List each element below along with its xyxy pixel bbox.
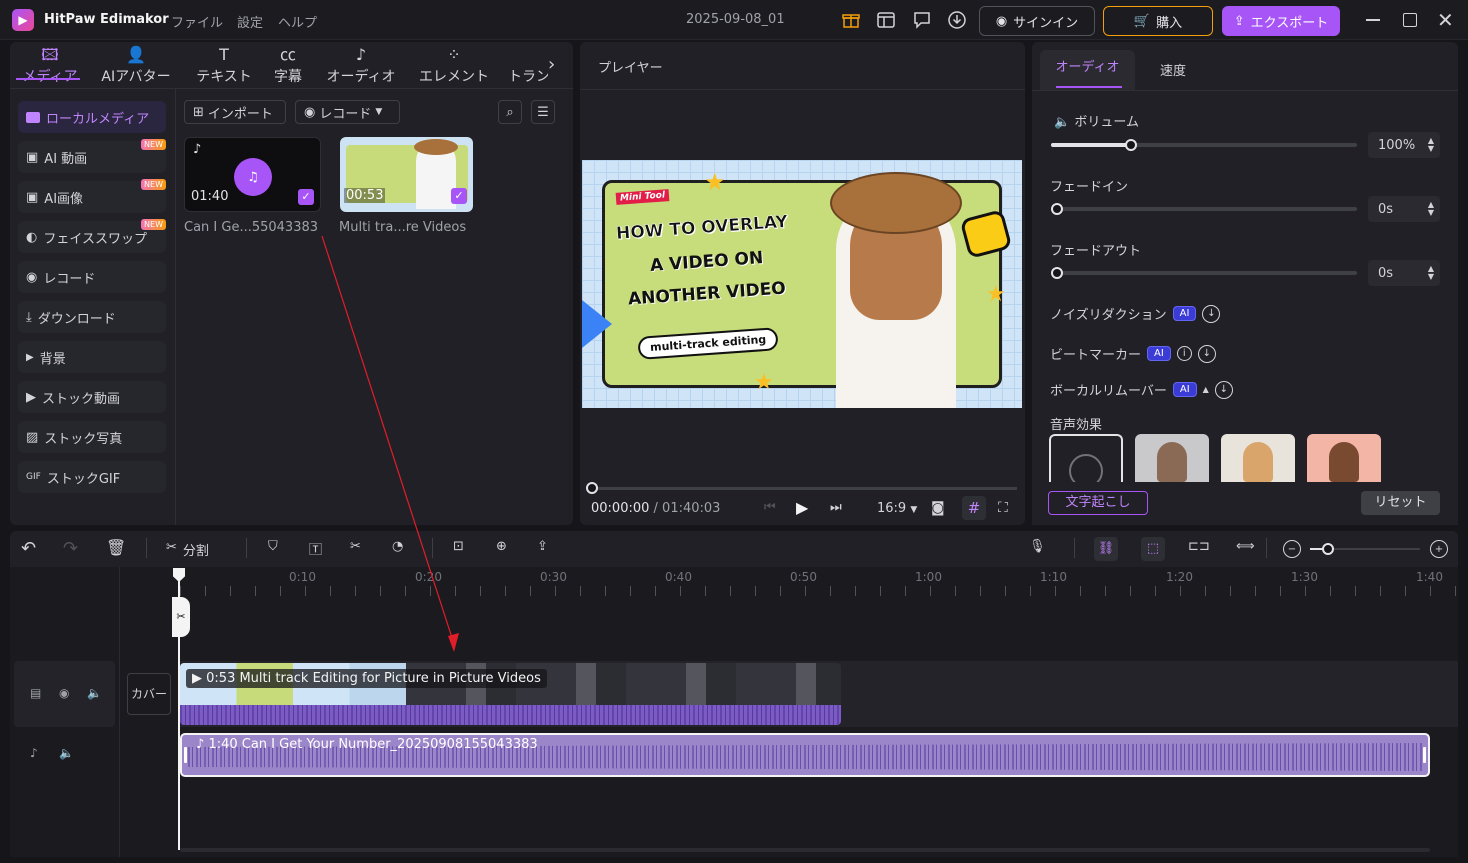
annotation-arrow xyxy=(321,235,459,652)
timeline-scrollbar[interactable] xyxy=(180,848,1430,852)
